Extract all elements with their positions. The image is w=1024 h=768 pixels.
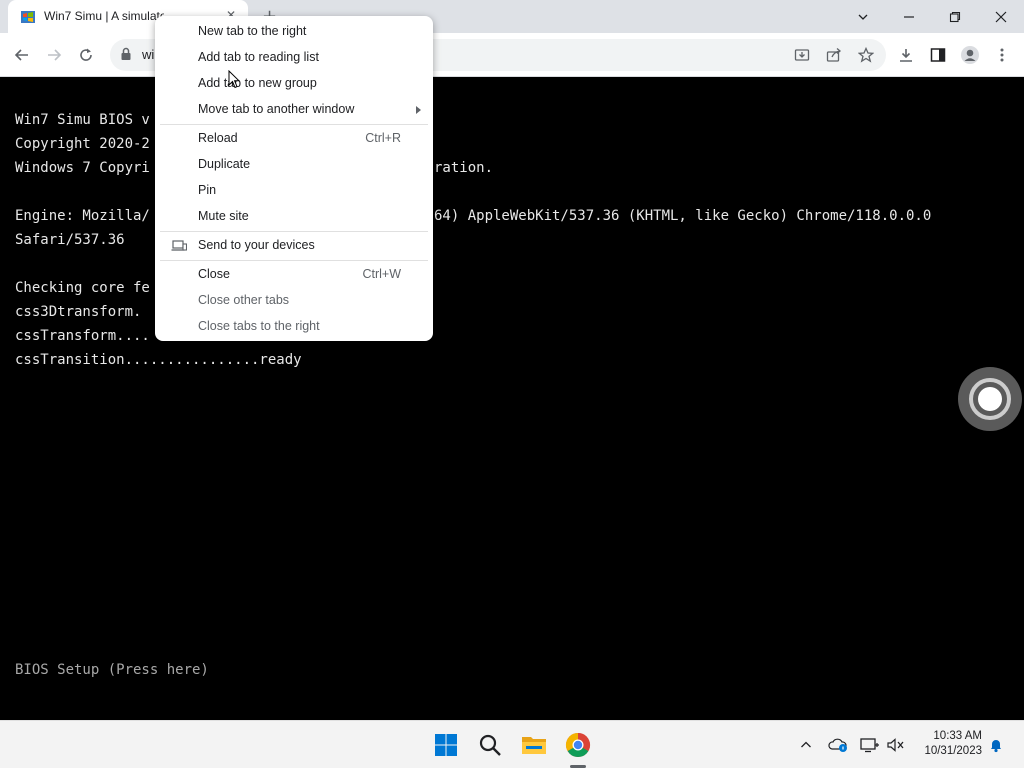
terminal-line: Checking core fe xyxy=(15,280,150,296)
back-icon[interactable] xyxy=(8,41,36,69)
menu-item-duplicate[interactable]: Duplicate xyxy=(155,153,433,177)
menu-item-reload[interactable]: Reload Ctrl+R xyxy=(155,127,433,151)
menu-item-new-tab-right[interactable]: New tab to the right xyxy=(155,20,433,44)
send-to-devices-icon xyxy=(171,240,187,251)
menu-item-label: Close tabs to the right xyxy=(198,319,320,333)
menu-item-shortcut: Ctrl+W xyxy=(362,267,401,281)
spinner-ring xyxy=(969,378,1011,420)
menu-item-label: Pin xyxy=(198,183,217,197)
bookmark-star-icon[interactable] xyxy=(852,41,880,69)
terminal-line: Windows 7 Copyri xyxy=(15,160,150,176)
start-windows-icon[interactable] xyxy=(430,729,462,761)
menu-separator xyxy=(160,124,428,125)
share-icon[interactable] xyxy=(820,41,848,69)
chrome-menu-icon[interactable] xyxy=(988,41,1016,69)
reload-icon[interactable] xyxy=(72,41,100,69)
terminal-line-fragment: ration. xyxy=(434,160,494,176)
menu-item-label: Add tab to new group xyxy=(198,76,317,90)
menu-item-pin[interactable]: Pin xyxy=(155,179,433,203)
search-icon[interactable] xyxy=(474,729,506,761)
menu-item-label: Send to your devices xyxy=(198,238,315,252)
notification-bell-icon[interactable] xyxy=(986,735,1006,755)
install-app-icon[interactable] xyxy=(788,41,816,69)
taskbar: 10:33 AM 10/31/2023 xyxy=(0,720,1024,768)
menu-item-close[interactable]: Close Ctrl+W xyxy=(155,263,433,287)
menu-item-close-other-tabs[interactable]: Close other tabs xyxy=(155,289,433,313)
downloads-icon[interactable] xyxy=(892,41,920,69)
spinner-dot xyxy=(978,387,1002,411)
tab-title: Win7 Simu | A simulator of Windows 7 xyxy=(44,9,164,23)
show-hidden-icons-chevron-icon[interactable] xyxy=(796,735,816,755)
url-text[interactable]: wi xyxy=(142,47,154,62)
menu-item-label: Duplicate xyxy=(198,157,251,171)
mouse-cursor-icon xyxy=(228,70,240,89)
tab-context-menu: New tab to the right Add tab to reading … xyxy=(155,16,433,341)
tab-search-icon[interactable] xyxy=(840,0,886,33)
onedrive-info-icon[interactable] xyxy=(828,735,848,755)
loading-spinner-icon[interactable] xyxy=(958,367,1022,431)
terminal-line: css3Dtransform. xyxy=(15,304,142,320)
clock-time: 10:33 AM xyxy=(933,730,982,742)
chrome-taskbar-icon[interactable] xyxy=(562,729,594,761)
menu-item-label: Reload xyxy=(198,131,238,145)
minimize-icon[interactable] xyxy=(886,0,932,33)
lock-icon xyxy=(121,47,131,60)
menu-item-add-to-reading-list[interactable]: Add tab to reading list xyxy=(155,46,433,70)
menu-item-label: Mute site xyxy=(198,209,249,223)
tab-strip: Win7 Simu | A simulator of Windows 7 ✕ + xyxy=(0,0,1024,33)
win7-favicon-icon xyxy=(21,11,35,23)
side-panel-icon[interactable] xyxy=(924,41,952,69)
terminal-line: Copyright 2020-2 xyxy=(15,136,150,152)
menu-item-label: Add tab to reading list xyxy=(198,50,319,64)
browser-toolbar: wi xyxy=(0,33,1024,77)
network-icon[interactable] xyxy=(860,735,880,755)
menu-item-move-to-window[interactable]: Move tab to another window xyxy=(155,98,433,122)
menu-item-label: New tab to the right xyxy=(198,24,307,38)
file-explorer-icon[interactable] xyxy=(518,729,550,761)
restore-icon[interactable] xyxy=(932,0,978,33)
menu-separator xyxy=(160,231,428,232)
terminal-line-fragment: 64) AppleWebKit/537.36 (KHTML, like Geck… xyxy=(434,208,932,224)
menu-item-close-tabs-right[interactable]: Close tabs to the right xyxy=(155,315,433,339)
terminal-line: Win7 Simu BIOS v xyxy=(15,112,150,128)
system-clock[interactable]: 10:33 AM 10/31/2023 xyxy=(916,729,982,759)
menu-item-label: Move tab to another window xyxy=(198,102,355,116)
terminal-line: cssTransform.... xyxy=(15,328,150,344)
menu-item-add-to-new-group[interactable]: Add tab to new group xyxy=(155,72,433,96)
bios-setup-link[interactable]: BIOS Setup (Press here) xyxy=(15,662,209,678)
terminal-line: cssTransition................ready xyxy=(15,352,302,368)
terminal-line: Engine: Mozilla/ xyxy=(15,208,150,224)
forward-icon[interactable] xyxy=(40,41,68,69)
menu-item-send-to-devices[interactable]: Send to your devices xyxy=(155,234,433,258)
terminal-line: Safari/537.36 xyxy=(15,232,125,248)
clock-date: 10/31/2023 xyxy=(924,745,982,757)
close-window-icon[interactable] xyxy=(978,0,1024,33)
submenu-arrow-icon xyxy=(416,106,421,114)
profile-avatar-icon[interactable] xyxy=(956,41,984,69)
menu-item-label: Close other tabs xyxy=(198,293,290,307)
bios-terminal: Win7 Simu BIOS v Copyright 2020-2 Window… xyxy=(0,77,1024,720)
menu-item-shortcut: Ctrl+R xyxy=(365,131,401,145)
menu-item-mute-site[interactable]: Mute site xyxy=(155,205,433,229)
volume-muted-icon[interactable] xyxy=(886,735,906,755)
menu-item-label: Close xyxy=(198,267,230,281)
menu-separator xyxy=(160,260,428,261)
